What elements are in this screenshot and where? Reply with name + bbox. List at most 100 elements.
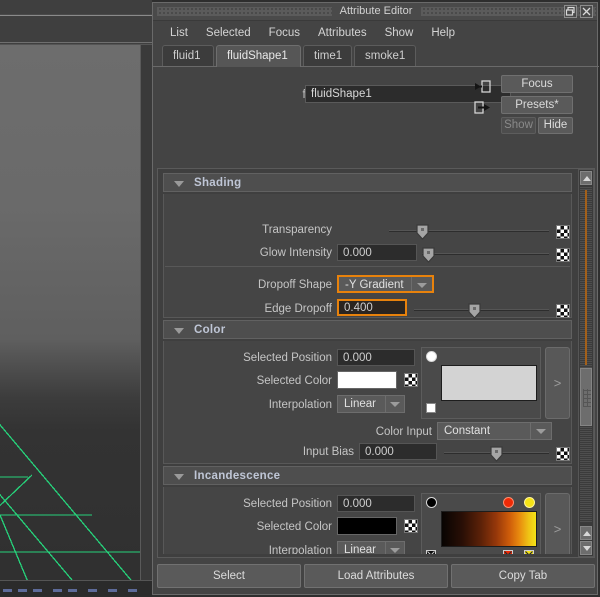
transparency-label: Transparency <box>184 224 332 236</box>
dropoff-shape-dropdown[interactable]: -Y Gradient <box>337 275 434 293</box>
menu-help[interactable]: Help <box>422 25 464 41</box>
tab-fluid1[interactable]: fluid1 <box>162 45 214 66</box>
scroll-up-arrow-icon-secondary[interactable] <box>580 526 592 540</box>
hide-button[interactable]: Hide <box>538 117 573 134</box>
edge-dropoff-map-button[interactable] <box>556 304 570 318</box>
load-attributes-button[interactable]: Load Attributes <box>304 564 448 588</box>
section-body-shading: Transparency Glow Intensity <box>163 194 572 318</box>
chevron-down-icon[interactable] <box>530 423 551 439</box>
color-input-dropdown[interactable]: Constant <box>437 422 552 440</box>
restore-icon[interactable] <box>564 5 577 18</box>
window-title: Attribute Editor <box>153 5 599 17</box>
attribute-scroll-area[interactable]: Shading Transparency Glow Intensity <box>157 168 595 558</box>
color-selected-color-swatch[interactable] <box>337 371 397 389</box>
chevron-down-icon[interactable] <box>174 474 184 480</box>
input-bias-input[interactable] <box>359 443 437 460</box>
incandescence-ramp-gradient[interactable] <box>441 511 537 547</box>
node-tabs: fluid1 fluidShape1 time1 smoke1 <box>153 45 597 67</box>
dropoff-shape-label: Dropoff Shape <box>184 279 332 291</box>
input-bias-slider-handle[interactable] <box>490 446 503 462</box>
incandescence-ramp-expand-label: > <box>554 522 562 537</box>
incandescence-selected-color-swatch[interactable] <box>337 517 397 535</box>
close-icon[interactable] <box>580 5 593 18</box>
incandescence-ramp-delete-1[interactable] <box>503 550 513 554</box>
scroll-down-arrow-icon[interactable] <box>580 541 592 555</box>
chevron-down-icon[interactable] <box>411 277 432 291</box>
section-header-shading[interactable]: Shading <box>163 173 572 192</box>
menu-list[interactable]: List <box>161 25 197 41</box>
color-ramp-expand-button[interactable]: > <box>545 347 570 419</box>
transparency-slider-handle[interactable] <box>416 224 429 240</box>
chevron-down-icon[interactable] <box>385 542 404 554</box>
transparency-slider[interactable] <box>389 224 549 238</box>
color-ramp-marker-bottom[interactable] <box>426 403 436 413</box>
attribute-panel: Shading Transparency Glow Intensity <box>163 173 572 554</box>
menu-attributes[interactable]: Attributes <box>309 25 376 41</box>
menu-focus[interactable]: Focus <box>260 25 309 41</box>
incandescence-interpolation-label: Interpolation <box>184 545 332 554</box>
section-title-shading: Shading <box>194 177 241 189</box>
edge-dropoff-input[interactable] <box>337 299 407 316</box>
incandescence-ramp-marker-1[interactable] <box>503 497 514 508</box>
tab-time1[interactable]: time1 <box>303 45 352 66</box>
incandescence-selected-position-input[interactable] <box>337 495 415 512</box>
color-interpolation-label: Interpolation <box>184 399 332 411</box>
incandescence-ramp-marker-2[interactable] <box>524 497 535 508</box>
input-bias-slider[interactable] <box>444 446 549 460</box>
incandescence-interpolation-dropdown[interactable]: Linear <box>337 541 405 554</box>
incandescence-ramp-marker-0[interactable] <box>426 497 437 508</box>
incandescence-ramp-delete-2[interactable] <box>524 550 534 554</box>
window-titlebar[interactable]: Attribute Editor <box>153 3 597 21</box>
color-ramp-marker-top[interactable] <box>426 351 437 362</box>
section-body-color: Selected Position Selected Color Interpo… <box>163 341 572 464</box>
chevron-down-icon[interactable] <box>385 396 404 412</box>
color-ramp-gradient[interactable] <box>441 365 537 401</box>
section-header-incandescence[interactable]: Incandescence <box>163 466 572 485</box>
tab-fluidshape1[interactable]: fluidShape1 <box>216 45 301 67</box>
incandescence-interpolation-value: Linear <box>344 544 376 554</box>
section-title-incandescence: Incandescence <box>194 470 280 482</box>
copy-tab-button[interactable]: Copy Tab <box>451 564 595 588</box>
edge-dropoff-slider-handle[interactable] <box>468 303 481 319</box>
scrollbar-thumb[interactable] <box>580 368 592 426</box>
presets-button[interactable]: Presets* <box>501 96 573 114</box>
scroll-up-arrow-icon[interactable] <box>580 171 592 185</box>
color-interpolation-value: Linear <box>344 398 376 410</box>
section-title-color: Color <box>194 324 226 336</box>
color-map-button[interactable] <box>404 373 418 387</box>
tab-smoke1[interactable]: smoke1 <box>354 45 416 66</box>
color-selected-position-input[interactable] <box>337 349 415 366</box>
color-ramp-widget[interactable] <box>421 347 541 419</box>
menu-selected[interactable]: Selected <box>197 25 260 41</box>
glow-intensity-label: Glow Intensity <box>184 247 332 259</box>
section-header-color[interactable]: Color <box>163 320 572 339</box>
glow-intensity-map-button[interactable] <box>556 248 570 262</box>
incandescence-map-button[interactable] <box>404 519 418 533</box>
color-interpolation-dropdown[interactable]: Linear <box>337 395 405 413</box>
incandescence-ramp-delete-0[interactable] <box>426 550 436 554</box>
viewport-statusbar <box>0 580 152 597</box>
glow-intensity-input[interactable] <box>337 244 417 261</box>
arrow-out-of-box-icon[interactable] <box>474 100 491 115</box>
glow-intensity-slider[interactable] <box>422 247 549 261</box>
incandescence-ramp-expand-button[interactable]: > <box>545 493 570 554</box>
incandescence-ramp-widget[interactable] <box>421 493 541 554</box>
chevron-down-icon[interactable] <box>174 181 184 187</box>
arrow-into-box-icon[interactable] <box>474 79 491 94</box>
menu-show[interactable]: Show <box>376 25 423 41</box>
maya-viewport[interactable] <box>0 0 152 597</box>
input-bias-map-button[interactable] <box>556 447 570 461</box>
color-input-label: Color Input <box>312 426 432 438</box>
attribute-panel-scrollbar[interactable] <box>578 169 594 557</box>
focus-button[interactable]: Focus <box>501 75 573 93</box>
select-button[interactable]: Select <box>157 564 301 588</box>
color-ramp-expand-label: > <box>554 376 562 391</box>
scrollbar-accent-line <box>585 190 587 365</box>
viewport-canvas[interactable] <box>0 45 140 580</box>
edge-dropoff-slider[interactable] <box>414 303 549 317</box>
chevron-down-icon[interactable] <box>174 328 184 334</box>
incandescence-selected-color-label: Selected Color <box>184 521 332 533</box>
show-button[interactable]: Show <box>501 117 536 134</box>
transparency-map-button[interactable] <box>556 225 570 239</box>
glow-intensity-slider-handle[interactable] <box>422 247 435 263</box>
